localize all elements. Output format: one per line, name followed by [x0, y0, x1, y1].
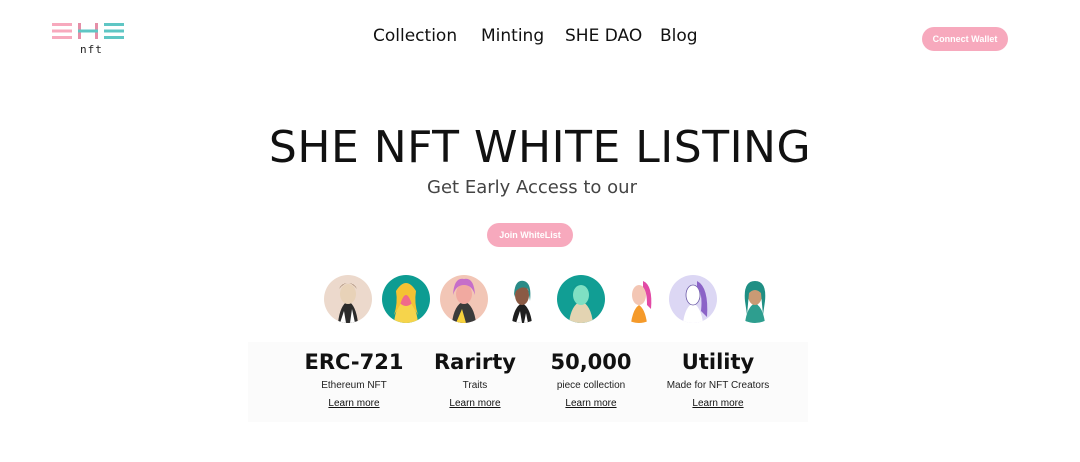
nft-avatar-7: [669, 275, 717, 323]
nft-avatar-8: [731, 275, 779, 323]
nav-collection[interactable]: Collection: [373, 26, 457, 46]
nft-avatar-1: [324, 275, 372, 323]
connect-wallet-button[interactable]: Connect Wallet: [922, 27, 1008, 51]
nft-avatar-2: [382, 275, 430, 323]
stat-label: Traits: [462, 380, 488, 391]
hero-title: SHE NFT WHITE LISTING: [268, 122, 812, 173]
stat-value: Utility: [681, 350, 755, 374]
nft-avatar-5: [557, 275, 605, 323]
learn-more-link[interactable]: Learn more: [692, 398, 743, 409]
main-nav: Collection Minting SHE DAO Blog: [0, 26, 1080, 54]
learn-more-link[interactable]: Learn more: [449, 398, 500, 409]
nft-avatar-4: [498, 275, 546, 323]
hero-subtitle: Get Early Access to our: [427, 177, 637, 198]
stat-label: Made for NFT Creators: [666, 380, 770, 391]
stat-erc721: ERC-721 Ethereum NFT Learn more: [293, 350, 415, 410]
join-whitelist-button[interactable]: Join WhiteList: [487, 223, 573, 247]
nav-blog[interactable]: Blog: [660, 26, 698, 46]
nft-avatar-row: [0, 275, 1080, 325]
stat-value: 50,000: [550, 350, 632, 374]
stat-collection-size: 50,000 piece collection Learn more: [538, 350, 644, 410]
learn-more-link[interactable]: Learn more: [328, 398, 379, 409]
nav-minting[interactable]: Minting: [481, 26, 544, 46]
stat-value: Rarirty: [434, 350, 516, 374]
stat-rarity: Rarirty Traits Learn more: [425, 350, 525, 410]
stat-value: ERC-721: [304, 350, 404, 374]
nav-she-dao[interactable]: SHE DAO: [565, 26, 642, 46]
stat-utility: Utility Made for NFT Creators Learn more: [658, 350, 778, 410]
nft-avatar-3: [440, 275, 488, 323]
stat-label: Ethereum NFT: [321, 380, 387, 391]
learn-more-link[interactable]: Learn more: [565, 398, 616, 409]
stat-label: piece collection: [556, 380, 626, 391]
nft-avatar-6: [615, 275, 663, 323]
